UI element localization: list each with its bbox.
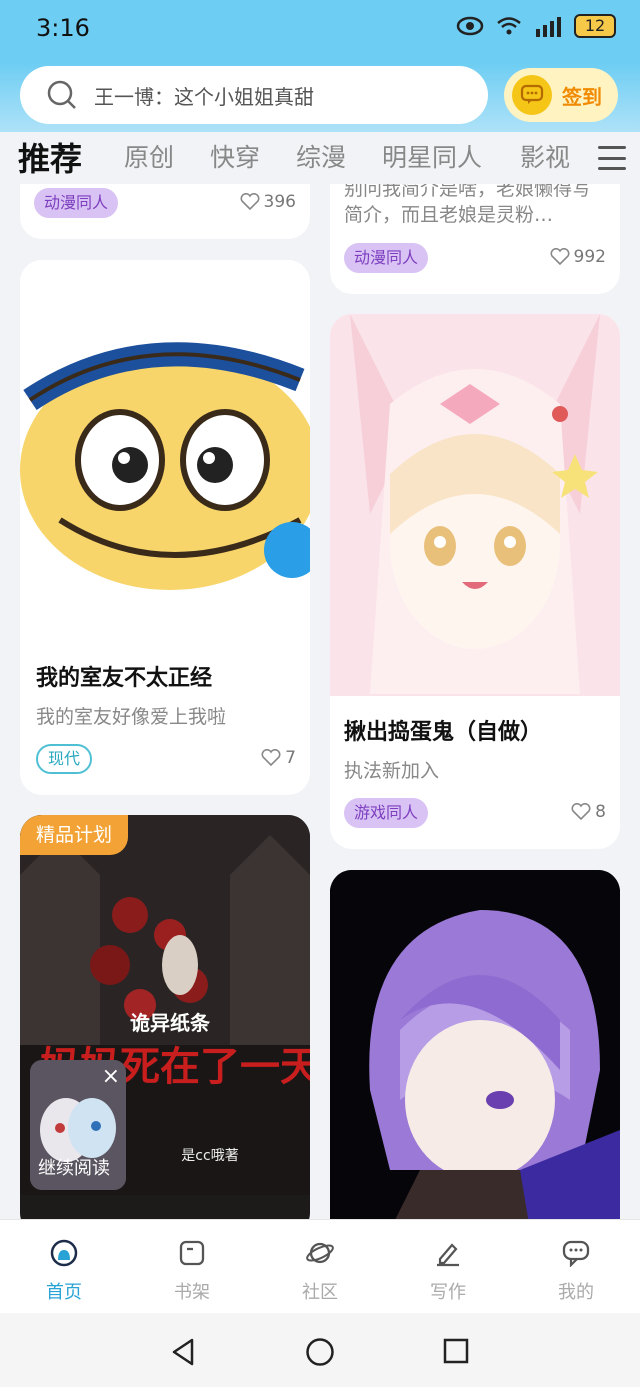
nav-label: 写作 xyxy=(430,1282,466,1303)
menu-icon[interactable] xyxy=(598,146,626,170)
nav-home[interactable]: 首页 xyxy=(24,1238,104,1304)
likes-value: 7 xyxy=(285,748,296,768)
cover-author-text: 是cc哦著 xyxy=(181,1148,238,1164)
signal-icon xyxy=(536,17,561,37)
tab-film[interactable]: 影视 xyxy=(520,138,570,174)
search-bar[interactable]: 王一博：这个小姐姐真甜 xyxy=(20,66,488,124)
chat-coin-icon xyxy=(512,75,552,115)
nav-write[interactable]: 写作 xyxy=(408,1238,488,1304)
planet-icon xyxy=(305,1238,335,1268)
signin-label: 签到 xyxy=(562,84,602,109)
pen-icon xyxy=(433,1238,463,1268)
home-circle-icon[interactable] xyxy=(305,1337,335,1367)
book-card[interactable]: 别问我简介是啥，老娘懒得写简介，而且老娘是灵粉… 动漫同人 992 xyxy=(330,184,620,294)
bookshelf-icon xyxy=(177,1238,207,1268)
system-navigation-bar xyxy=(0,1313,640,1387)
tab-celebrity-fanfic[interactable]: 明星同人 xyxy=(382,138,482,174)
book-description: 别问我简介是啥，老娘懒得写简介，而且老娘是灵粉… xyxy=(344,184,592,226)
nav-bookshelf[interactable]: 书架 xyxy=(152,1238,232,1304)
book-card[interactable]: 揪出捣蛋鬼（自做） 执法新加入 游戏同人 8 xyxy=(330,314,620,849)
continue-reading-label: 继续阅读 xyxy=(38,1158,110,1179)
signin-button[interactable]: 签到 xyxy=(504,68,618,122)
genre-tag: 游戏同人 xyxy=(344,798,429,828)
nav-profile[interactable]: 我的 xyxy=(536,1238,616,1304)
battery-indicator: 12 xyxy=(574,14,616,38)
status-bar: 3:16 12 xyxy=(0,0,640,62)
close-icon[interactable]: × xyxy=(102,1064,120,1089)
genre-tag: 现代 xyxy=(36,744,93,774)
book-cover-image xyxy=(330,870,620,1219)
book-cover-image xyxy=(20,260,310,620)
book-card[interactable] xyxy=(330,870,620,1219)
heart-icon xyxy=(571,803,591,821)
heart-icon xyxy=(550,248,570,266)
heart-icon xyxy=(240,193,260,211)
genre-tag: 动漫同人 xyxy=(344,243,429,273)
nav-label: 我的 xyxy=(558,1282,594,1303)
likes-value: 8 xyxy=(595,802,606,822)
likes-count: 992 xyxy=(550,247,606,267)
tab-recommend[interactable]: 推荐 xyxy=(18,134,82,180)
search-placeholder: 王一博：这个小姐姐真甜 xyxy=(94,84,314,109)
nav-label: 首页 xyxy=(46,1282,82,1303)
header: 王一博：这个小姐姐真甜 签到 xyxy=(0,62,640,132)
book-description: 执法新加入 xyxy=(344,760,440,782)
premium-badge: 精品计划 xyxy=(20,815,129,855)
home-icon xyxy=(49,1238,79,1268)
genre-tag: 动漫同人 xyxy=(34,188,119,218)
continue-reading-widget[interactable]: × 继续阅读 xyxy=(30,1060,126,1190)
chat-bubble-icon xyxy=(561,1238,591,1268)
back-icon[interactable] xyxy=(170,1337,196,1367)
nav-label: 书架 xyxy=(174,1282,210,1303)
status-icons: 12 xyxy=(456,14,616,38)
eye-icon xyxy=(456,16,484,36)
likes-count: 7 xyxy=(261,748,296,768)
heart-icon xyxy=(261,749,281,767)
recents-icon[interactable] xyxy=(442,1337,470,1365)
likes-count: 8 xyxy=(571,802,606,822)
book-feed: 动漫同人 396 别问我简介是啥，老娘懒得写简介，而且老娘是灵粉… 动漫同人 9… xyxy=(0,184,640,1219)
book-cover-image xyxy=(330,314,620,696)
tab-original[interactable]: 原创 xyxy=(124,138,174,174)
status-time: 3:16 xyxy=(36,14,90,42)
cover-subtitle-text: 诡异纸条 xyxy=(130,1011,211,1035)
nav-community[interactable]: 社区 xyxy=(280,1238,360,1304)
tab-comic-mix[interactable]: 综漫 xyxy=(296,138,346,174)
tab-quick-travel[interactable]: 快穿 xyxy=(210,138,260,174)
likes-value: 992 xyxy=(573,247,606,267)
likes-count: 396 xyxy=(240,192,296,212)
wifi-icon xyxy=(497,17,521,35)
book-card[interactable]: 我的室友不太正经 我的室友好像爱上我啦 现代 7 xyxy=(20,260,310,795)
bottom-navigation: 首页 书架 社区 写作 我的 xyxy=(0,1219,640,1313)
search-icon xyxy=(47,80,76,109)
category-tabs: 推荐 原创 快穿 综漫 明星同人 影视 xyxy=(0,132,640,184)
book-description: 我的室友好像爱上我啦 xyxy=(36,706,227,728)
book-card[interactable]: 动漫同人 396 xyxy=(20,184,310,239)
nav-label: 社区 xyxy=(302,1282,338,1303)
likes-value: 396 xyxy=(263,192,296,212)
book-title: 我的室友不太正经 xyxy=(36,666,213,691)
book-title: 揪出捣蛋鬼（自做） xyxy=(344,720,543,745)
